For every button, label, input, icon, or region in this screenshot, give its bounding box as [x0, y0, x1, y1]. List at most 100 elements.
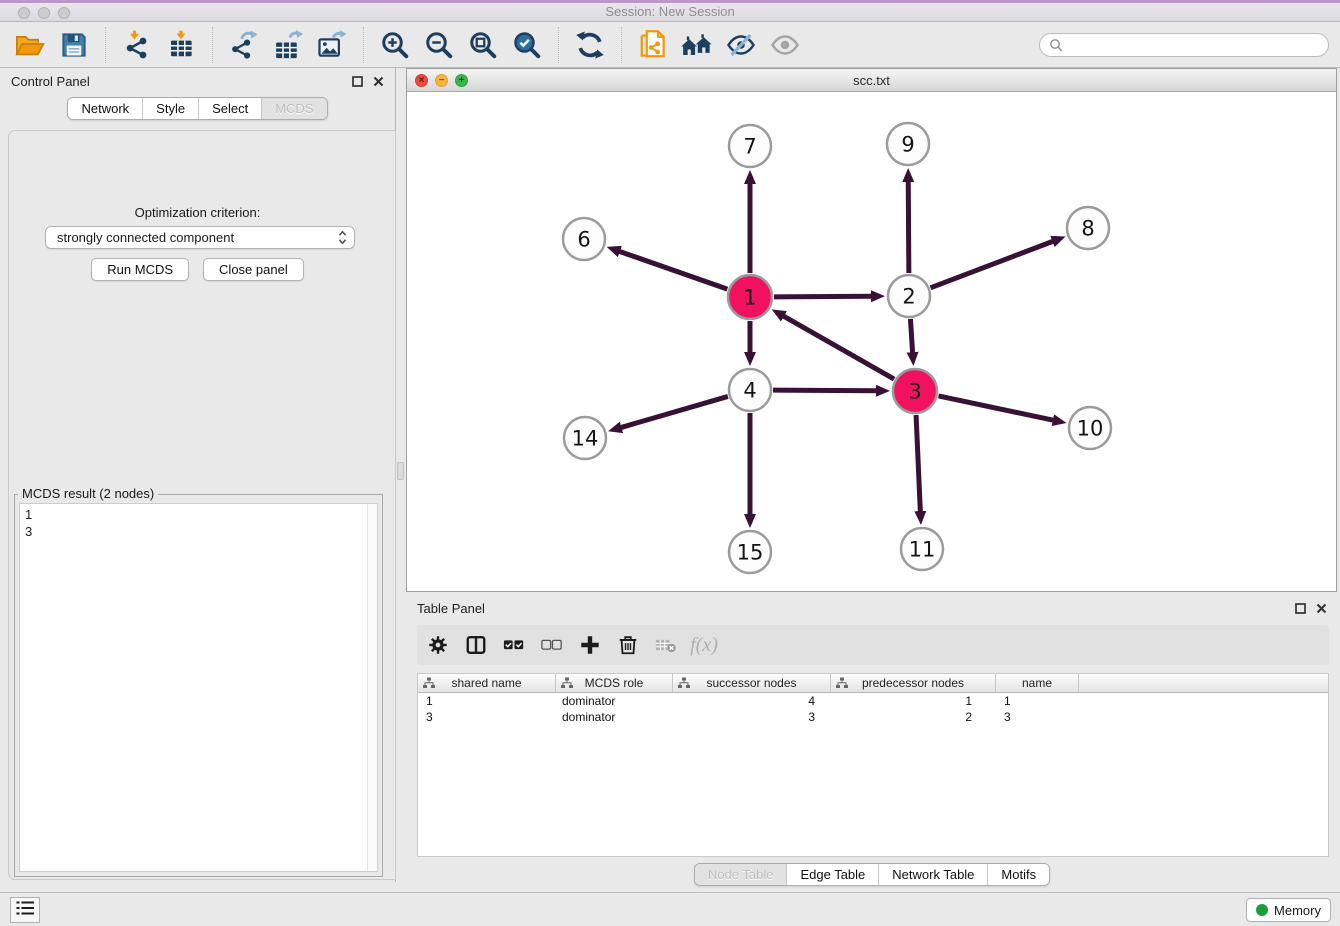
- tab-node-table[interactable]: Node Table: [695, 864, 787, 885]
- deselect-all-checkboxes-icon[interactable]: [541, 633, 563, 657]
- close-panel-button[interactable]: Close panel: [203, 258, 304, 281]
- select-all-checkboxes-icon[interactable]: [503, 633, 525, 657]
- import-network-icon[interactable]: [119, 27, 155, 63]
- table-cell[interactable]: 4: [673, 694, 831, 708]
- graph-node-14[interactable]: 14: [564, 417, 606, 459]
- splitter-handle[interactable]: [397, 462, 404, 480]
- open-file-icon[interactable]: [12, 27, 48, 63]
- tab-motifs[interactable]: Motifs: [987, 864, 1049, 885]
- tab-network-table[interactable]: Network Table: [878, 864, 987, 885]
- close-table-panel-icon[interactable]: [1316, 603, 1327, 614]
- tab-network[interactable]: Network: [68, 98, 142, 119]
- graph-node-8[interactable]: 8: [1067, 207, 1109, 249]
- criterion-dropdown[interactable]: strongly connected component: [45, 226, 355, 249]
- export-image-icon[interactable]: [314, 27, 350, 63]
- svg-text:6: 6: [577, 228, 590, 252]
- columns-icon[interactable]: [465, 633, 487, 657]
- edge-1-6[interactable]: [619, 251, 727, 289]
- mcds-result-text[interactable]: 13: [20, 504, 367, 871]
- maximize-network-icon[interactable]: +: [455, 74, 468, 87]
- dropdown-chevrons-icon: [338, 230, 347, 245]
- graph-node-15[interactable]: 15: [729, 531, 771, 573]
- add-column-icon[interactable]: [579, 633, 601, 657]
- mcds-result-group: MCDS result (2 nodes) 13: [14, 494, 383, 877]
- show-panels-list-button[interactable]: [10, 897, 40, 923]
- save-icon[interactable]: [56, 27, 92, 63]
- column-header-successor-nodes[interactable]: successor nodes: [673, 674, 831, 692]
- export-network-icon[interactable]: [226, 27, 262, 63]
- edge-4-14[interactable]: [621, 396, 728, 427]
- float-panel-icon[interactable]: [352, 76, 363, 87]
- search-input[interactable]: [1068, 38, 1319, 53]
- table-cell[interactable]: 1: [831, 694, 996, 708]
- graph-node-1[interactable]: 1: [728, 275, 772, 319]
- edge-1-2[interactable]: [774, 296, 872, 297]
- table-cell[interactable]: 1: [418, 694, 556, 708]
- export-table-icon[interactable]: [270, 27, 306, 63]
- edge-3-11[interactable]: [916, 415, 920, 512]
- run-mcds-button[interactable]: Run MCDS: [91, 258, 189, 281]
- tab-mcds[interactable]: MCDS: [261, 98, 326, 119]
- table-row[interactable]: 3dominator323: [418, 709, 1328, 725]
- edge-3-10[interactable]: [938, 396, 1053, 420]
- table-row[interactable]: 1dominator411: [418, 693, 1328, 709]
- table-cell[interactable]: 3: [418, 710, 556, 724]
- tab-edge-table[interactable]: Edge Table: [786, 864, 878, 885]
- column-header-predecessor-nodes[interactable]: predecessor nodes: [831, 674, 996, 692]
- close-network-icon[interactable]: ×: [415, 74, 428, 87]
- delete-column-icon[interactable]: [617, 633, 639, 657]
- zoom-fit-icon[interactable]: [465, 27, 501, 63]
- minimize-network-icon[interactable]: −: [435, 74, 448, 87]
- graph-node-2[interactable]: 2: [888, 275, 930, 317]
- column-header-name[interactable]: name: [996, 674, 1079, 692]
- search-box[interactable]: [1039, 33, 1329, 57]
- svg-text:10: 10: [1077, 417, 1104, 441]
- graph-node-7[interactable]: 7: [729, 125, 771, 167]
- column-header-shared-name[interactable]: shared name: [418, 674, 556, 692]
- table-cell[interactable]: dominator: [556, 694, 673, 708]
- float-table-panel-icon[interactable]: [1295, 603, 1306, 614]
- vertical-splitter[interactable]: [396, 68, 406, 892]
- result-scrollbar[interactable]: [367, 504, 377, 871]
- network-window-titlebar: × − + scc.txt: [407, 69, 1336, 92]
- edge-4-3[interactable]: [773, 390, 877, 391]
- settings-gear-icon[interactable]: [427, 633, 449, 657]
- refresh-icon[interactable]: [572, 27, 608, 63]
- column-header-MCDS-role[interactable]: MCDS role: [556, 674, 673, 692]
- network-window-title: scc.txt: [853, 73, 890, 88]
- table-cell[interactable]: 3: [996, 710, 1079, 724]
- edge-2-3[interactable]: [910, 319, 912, 353]
- column-header-label: MCDS role: [585, 676, 644, 690]
- svg-text:7: 7: [743, 135, 756, 159]
- memory-button[interactable]: Memory: [1246, 898, 1331, 922]
- tab-select[interactable]: Select: [198, 98, 261, 119]
- edge-3-1[interactable]: [783, 316, 894, 379]
- edge-2-8[interactable]: [931, 241, 1054, 288]
- graph-node-4[interactable]: 4: [729, 369, 771, 411]
- graph-node-9[interactable]: 9: [887, 123, 929, 165]
- graph-node-11[interactable]: 11: [901, 528, 943, 570]
- graph-node-3[interactable]: 3: [893, 369, 937, 413]
- network-canvas[interactable]: 7 9 6 8 1 2 4 3 14 10 15 11: [407, 92, 1336, 591]
- graph-node-6[interactable]: 6: [563, 218, 605, 260]
- memory-label: Memory: [1274, 903, 1321, 918]
- table-cell[interactable]: 3: [673, 710, 831, 724]
- network-graph[interactable]: 7 9 6 8 1 2 4 3 14 10 15 11: [407, 92, 1336, 591]
- table-cell[interactable]: dominator: [556, 710, 673, 724]
- table-cell[interactable]: 2: [831, 710, 996, 724]
- home-icon[interactable]: [679, 27, 715, 63]
- tab-style[interactable]: Style: [142, 98, 198, 119]
- hide-panels-icon[interactable]: [723, 27, 759, 63]
- import-table-icon[interactable]: [163, 27, 199, 63]
- svg-text:15: 15: [737, 541, 764, 565]
- zoom-out-icon[interactable]: [421, 27, 457, 63]
- zoom-selected-icon[interactable]: [509, 27, 545, 63]
- graph-node-10[interactable]: 10: [1069, 407, 1111, 449]
- result-line: 3: [25, 523, 362, 540]
- new-network-from-selection-icon[interactable]: [635, 27, 671, 63]
- close-panel-icon[interactable]: [373, 76, 384, 87]
- toolbar-separator: [558, 27, 559, 63]
- zoom-in-icon[interactable]: [377, 27, 413, 63]
- edge-2-9[interactable]: [908, 181, 909, 273]
- table-cell[interactable]: 1: [996, 694, 1079, 708]
